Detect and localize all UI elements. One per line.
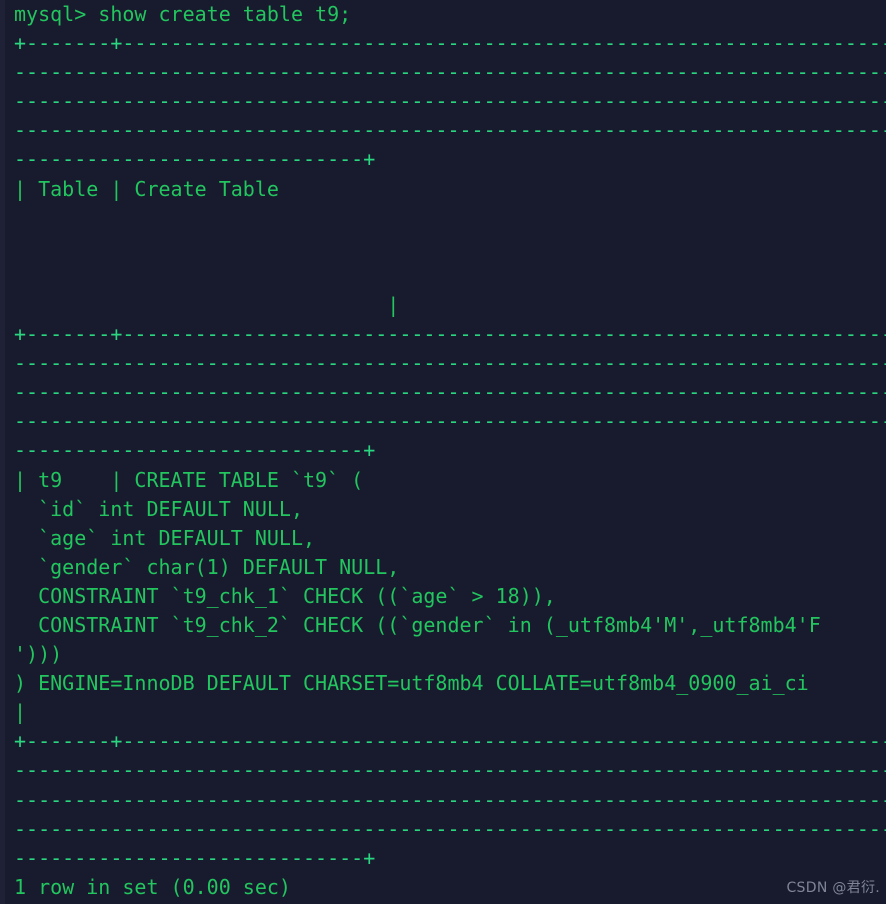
header-row-pad-1 (14, 204, 886, 233)
separator-mid-4: ----------------------------------------… (14, 409, 886, 434)
header-row-end: | (14, 292, 400, 317)
data-row-end: | (14, 700, 27, 725)
ddl-table-options: ) ENGINE=InnoDB DEFAULT CHARSET=utf8mb4 … (14, 671, 809, 696)
ddl-column-id: `id` int DEFAULT NULL, (14, 496, 303, 521)
ddl-constraint-2: CONSTRAINT `t9_chk_2` CHECK ((`gender` i… (14, 612, 821, 637)
header-row-pad-3 (14, 262, 886, 291)
header-row: | Table | Create Table (14, 176, 279, 201)
ddl-column-gender: `gender` char(1) DEFAULT NULL, (14, 554, 400, 579)
separator-top-4: ----------------------------------------… (14, 118, 886, 143)
separator-mid: +-------+-------------------------------… (14, 322, 886, 347)
ddl-constraint-2-wrap: '))) (14, 642, 63, 667)
separator-mid-5: -----------------------------+ (14, 438, 376, 463)
separator-top-5: -----------------------------+ (14, 147, 376, 172)
terminal-left-edge (0, 0, 5, 904)
separator-bot-5: -----------------------------+ (14, 845, 376, 870)
separator-mid-3: ----------------------------------------… (14, 380, 886, 405)
separator-bot: +-------+-------------------------------… (14, 729, 886, 754)
separator-mid-2: ----------------------------------------… (14, 351, 886, 376)
data-row-create: | t9 | CREATE TABLE `t9` ( (14, 467, 364, 492)
separator-bot-3: ----------------------------------------… (14, 787, 886, 812)
separator-bot-2: ----------------------------------------… (14, 758, 886, 783)
ddl-column-age: `age` int DEFAULT NULL, (14, 525, 316, 550)
result-status: 1 row in set (0.00 sec) (14, 874, 291, 899)
separator-top-2: ----------------------------------------… (14, 60, 886, 85)
command-line: mysql> show create table t9; (14, 2, 352, 26)
ddl-constraint-1: CONSTRAINT `t9_chk_1` CHECK ((`age` > 18… (14, 583, 556, 608)
separator-top: +-------+-------------------------------… (14, 31, 886, 56)
terminal-window[interactable]: mysql> show create table t9; +-------+---… (0, 0, 886, 904)
watermark: CSDN @君衍. (786, 880, 880, 896)
separator-bot-4: ----------------------------------------… (14, 816, 886, 841)
separator-top-3: ----------------------------------------… (14, 89, 886, 114)
terminal-output: mysql> show create table t9; +-------+---… (14, 0, 886, 902)
header-row-pad-2 (14, 233, 886, 262)
